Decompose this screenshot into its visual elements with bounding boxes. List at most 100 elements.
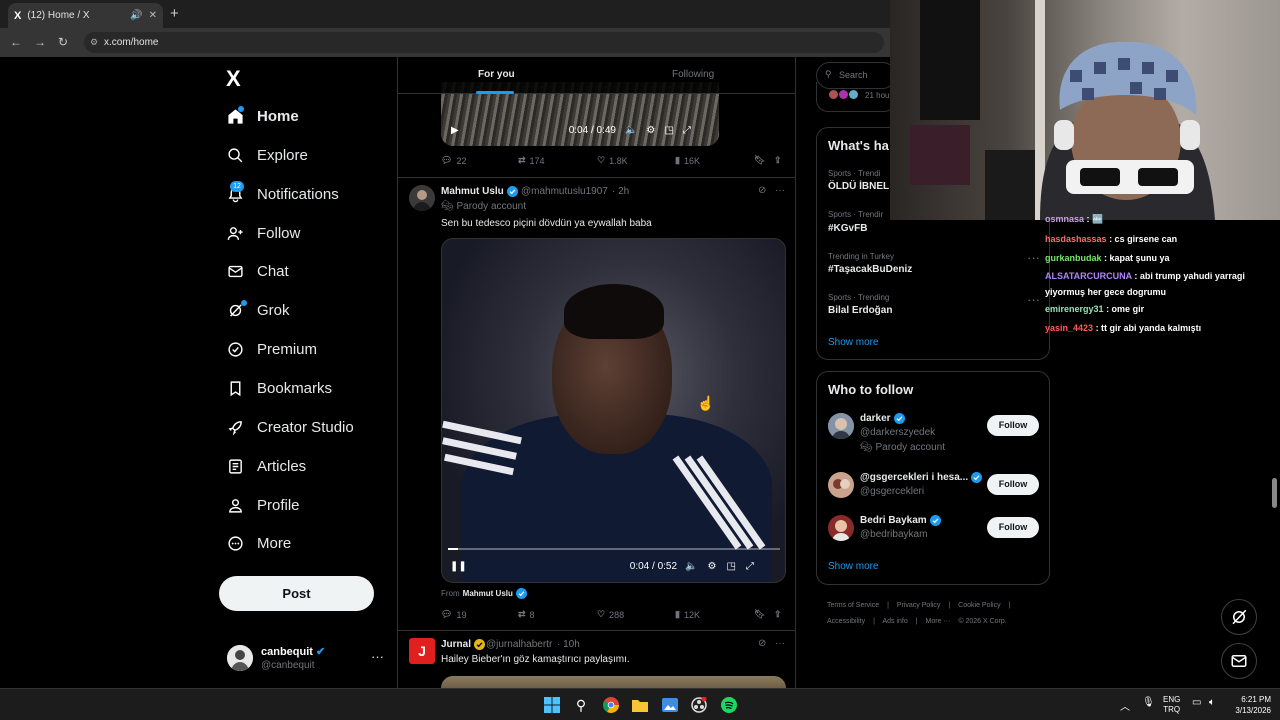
trend-title[interactable]: Bilal Erdoğan (828, 305, 892, 316)
trend-title[interactable]: ÖLDÜ İBNEL (828, 181, 889, 192)
post3-media[interactable] (441, 676, 786, 688)
more-dots-icon[interactable]: ··· (775, 185, 785, 196)
post3-author[interactable]: Jurnal (441, 639, 486, 650)
wtf-handle[interactable]: @darkerszyedek (860, 427, 935, 438)
nav-grok[interactable]: Grok (226, 295, 290, 325)
nav-premium[interactable]: Premium (226, 334, 317, 364)
photos-icon[interactable] (661, 696, 679, 714)
share-button[interactable]: ⇪ (774, 155, 782, 166)
bookmark-button[interactable]: 🔖︎ (754, 609, 765, 620)
like-button[interactable]: ♡ 1.8K (597, 155, 628, 166)
repost-button[interactable]: ⇄ 174 (518, 155, 545, 166)
tab-for-you[interactable]: For you (478, 69, 515, 80)
x-logo[interactable]: X (226, 66, 241, 92)
pip-icon[interactable]: ◳ (726, 561, 735, 572)
volume-icon[interactable]: 🔈︎ (1209, 697, 1215, 708)
from-author-link[interactable]: Mahmut Uslu (463, 589, 513, 598)
close-tab-icon[interactable]: ✕ (149, 10, 157, 21)
wtf-name[interactable]: @gsgercekleri i hesa... (860, 472, 983, 483)
back-icon[interactable]: ← (10, 35, 22, 49)
fullscreen-icon[interactable]: ⤢ (746, 561, 754, 572)
avatar[interactable] (828, 472, 854, 498)
nav-explore[interactable]: Explore (226, 140, 308, 170)
microphone-icon[interactable]: 🎙︎ (1142, 697, 1155, 708)
spotify-icon[interactable] (720, 696, 738, 714)
reload-icon[interactable]: ↻ (58, 35, 68, 49)
wtf-show-more[interactable]: Show more (828, 561, 879, 572)
more-dots-icon[interactable]: ··· (1027, 292, 1040, 307)
footer-link[interactable]: Cookie Policy (958, 602, 1000, 609)
nav-chat[interactable]: Chat (226, 256, 289, 286)
more-dots-icon[interactable]: ··· (1027, 250, 1040, 265)
post3-handle[interactable]: @jurnalhabertr (486, 639, 552, 650)
footer-link[interactable]: Terms of Service (827, 602, 879, 609)
nav-more[interactable]: More (226, 528, 291, 558)
nav-articles[interactable]: Articles (226, 451, 306, 481)
share-button[interactable]: ⇪ (774, 609, 782, 620)
footer-link[interactable]: Ads info (882, 618, 907, 625)
wtf-name[interactable]: darker (860, 413, 905, 424)
bookmark-button[interactable]: 🔖︎ (754, 155, 765, 166)
reply-button[interactable]: 💬︎ 19 (441, 609, 466, 620)
post-button[interactable]: Post (219, 576, 374, 611)
avatar[interactable] (828, 413, 854, 439)
wtf-handle[interactable]: @gsgercekleri (860, 486, 924, 497)
network-icon[interactable]: ▭ (1192, 697, 1201, 708)
post2-handle[interactable]: @mahmutuslu1907 (521, 186, 608, 197)
footer-link[interactable]: Accessibility (827, 618, 865, 625)
avatar[interactable] (409, 185, 435, 211)
chrome-icon[interactable] (602, 696, 620, 714)
nav-notifications[interactable]: Notifications 12 (226, 179, 339, 209)
avatar[interactable] (828, 515, 854, 541)
trend-title[interactable]: #TaşacakBuDeniz (828, 264, 912, 275)
pip-icon[interactable]: ◳ (664, 125, 673, 136)
windows-start-icon[interactable] (543, 696, 561, 714)
nav-home[interactable]: Home (226, 101, 299, 131)
grok-icon[interactable]: ⊘ (758, 185, 766, 196)
post3-time[interactable]: · 10h (557, 639, 580, 650)
site-info-icon[interactable]: ⚙ (90, 37, 98, 48)
grok-fab[interactable] (1221, 599, 1257, 635)
search-icon[interactable]: ⚲ (572, 696, 590, 714)
live-spaces-box[interactable]: 21 hou (816, 82, 896, 112)
views-button[interactable]: ▮ 12K (675, 609, 700, 620)
views-button[interactable]: ▮ 16K (675, 155, 700, 166)
footer-link[interactable]: Privacy Policy (897, 602, 941, 609)
trend-title[interactable]: #KGvFB (828, 223, 867, 234)
file-explorer-icon[interactable] (631, 696, 649, 714)
volume-icon[interactable]: 🔈 (685, 561, 697, 572)
nav-profile[interactable]: Profile (226, 490, 300, 520)
fullscreen-icon[interactable]: ⤢ (683, 125, 691, 136)
grok-icon[interactable]: ⊘ (758, 638, 766, 649)
page-scrollbar[interactable] (1272, 478, 1277, 508)
system-clock[interactable]: 6:21 PM 3/13/2026 (1226, 694, 1271, 716)
nav-follow[interactable]: Follow (226, 218, 300, 248)
post2-author[interactable]: Mahmut Uslu (441, 186, 518, 197)
more-dots-icon[interactable]: ··· (371, 649, 384, 664)
avatar[interactable]: J (409, 638, 435, 664)
browser-tab[interactable]: X (12) Home / X 🔊 ✕ (8, 3, 163, 28)
volume-icon[interactable]: 🔈 (625, 125, 637, 136)
more-dots-icon[interactable]: ··· (775, 638, 785, 649)
repost-button[interactable]: ⇄ 8 (518, 609, 535, 620)
settings-icon[interactable]: ⚙ (646, 125, 655, 136)
account-switcher[interactable]: canbequit ✔ @canbequit ··· (227, 645, 387, 675)
video-progress-bar[interactable] (448, 548, 780, 550)
nav-creator-studio[interactable]: Creator Studio (226, 412, 354, 442)
reply-button[interactable]: 💬︎ 22 (441, 155, 466, 166)
forward-icon[interactable]: → (34, 35, 46, 49)
new-tab-button[interactable]: + (170, 5, 179, 22)
footer-link[interactable]: More ··· (926, 618, 951, 625)
settings-icon[interactable]: ⚙ (707, 561, 716, 572)
speaker-icon[interactable]: 🔊 (130, 10, 142, 21)
pause-icon[interactable]: ❚❚ (450, 561, 467, 572)
obs-icon[interactable] (690, 696, 708, 714)
like-button[interactable]: ♡ 288 (597, 609, 624, 620)
nav-bookmarks[interactable]: Bookmarks (226, 373, 332, 403)
post2-video[interactable]: ❚❚ 0:04 / 0:52 🔈 ⚙ ◳ ⤢ (441, 238, 786, 583)
input-language[interactable]: ENG TRQ (1163, 695, 1180, 715)
follow-button[interactable]: Follow (987, 517, 1039, 538)
url-bar[interactable]: ⚙ x.com/home (84, 32, 884, 53)
post2-time[interactable]: · 2h (612, 186, 629, 197)
follow-button[interactable]: Follow (987, 415, 1039, 436)
